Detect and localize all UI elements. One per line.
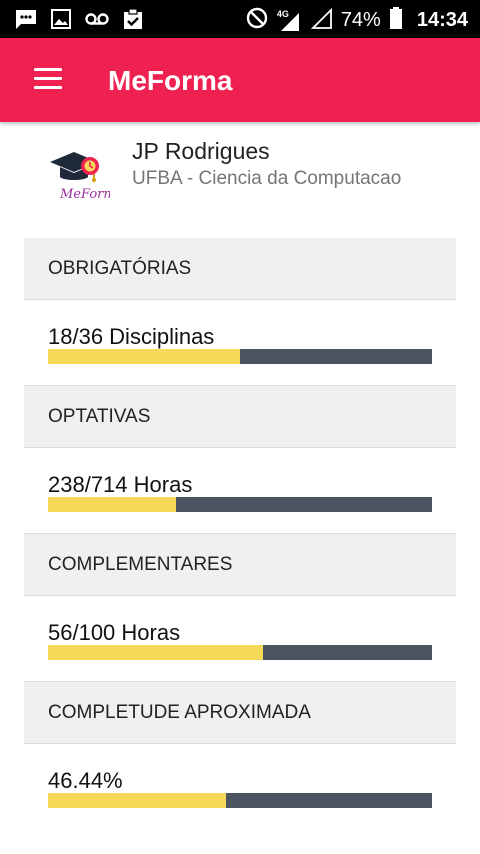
progress-bar (48, 497, 432, 512)
chat-icon (14, 8, 38, 35)
signal-empty-icon (309, 6, 333, 35)
section-header-obrigatorias: OBRIGATÓRIAS (24, 238, 456, 300)
app-title: MeForma (108, 65, 233, 96)
do-not-disturb-icon (245, 6, 269, 35)
svg-text:MeForm: MeForm (59, 187, 110, 202)
voicemail-icon (84, 8, 110, 35)
section-body-obrigatorias: 18/36 Disciplinas (24, 300, 456, 386)
profile-header: MeForm JP Rodrigues UFBA - Ciencia da Co… (0, 122, 480, 222)
progress-label: 18/36 Disciplinas (48, 324, 215, 349)
progress-label: 56/100 Horas (48, 620, 181, 645)
battery-percentage: 74% (340, 9, 381, 31)
section-body-complementares: 56/100 Horas (24, 596, 456, 682)
progress-fill (48, 645, 264, 660)
section-header-complementares: COMPLEMENTARES (24, 534, 456, 596)
meforma-logo: MeForm (46, 144, 116, 202)
progress-bar (48, 645, 432, 660)
progress-bar (48, 349, 432, 364)
status-bar: 4G 74% 14:34 (0, 0, 480, 38)
hamburger-menu-icon[interactable] (30, 68, 66, 94)
progress-fill (48, 349, 240, 364)
notification-icons (14, 8, 144, 35)
user-name: JP Rodrigues (132, 138, 270, 164)
section-body-completude: 46.44% (24, 744, 456, 830)
app-bar: MeForma (0, 38, 480, 122)
section-header-completude: COMPLETUDE APROXIMADA (24, 682, 456, 744)
progress-fill (48, 497, 176, 512)
progress-sections: OBRIGATÓRIAS 18/36 Disciplinas OPTATIVAS… (24, 238, 456, 830)
clock: 14:34 (416, 9, 468, 31)
signal-icon: 4G (277, 9, 301, 33)
system-icons: 4G 74% 14:34 (245, 6, 468, 35)
user-course: UFBA - Ciencia da Computacao (132, 168, 402, 189)
image-icon (50, 8, 72, 35)
battery-icon (389, 6, 403, 35)
clipboard-check-icon (122, 8, 144, 35)
progress-bar (48, 793, 432, 808)
progress-fill (48, 793, 227, 808)
section-header-optativas: OPTATIVAS (24, 386, 456, 448)
section-body-optativas: 238/714 Horas (24, 448, 456, 534)
progress-label: 238/714 Horas (48, 472, 193, 497)
progress-label: 46.44% (48, 768, 123, 793)
